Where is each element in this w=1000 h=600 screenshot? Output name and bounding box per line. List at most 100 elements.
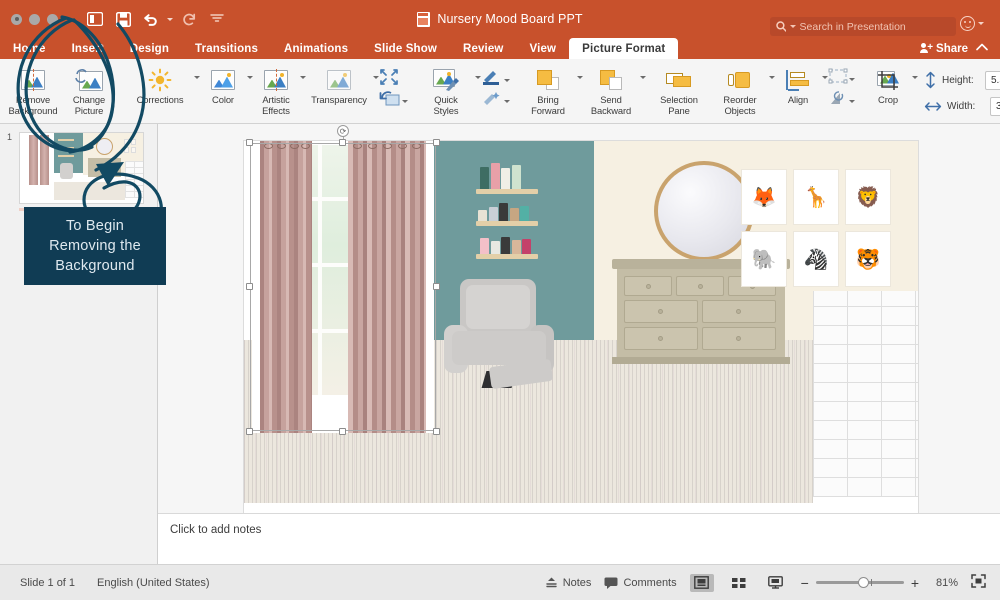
undo-dropdown-icon[interactable] (166, 8, 174, 30)
send-backward-label-2: Backward (590, 104, 632, 116)
group-objects-dropdown-icon[interactable] (849, 77, 855, 81)
color-button[interactable]: Color (200, 63, 246, 106)
ribbon-collapse-icon[interactable] (976, 42, 988, 54)
feedback-smiley-button[interactable] (960, 16, 984, 31)
fit-to-window-icon (971, 574, 986, 588)
save-icon[interactable] (110, 7, 136, 31)
ribbon-tab-strip[interactable]: Home Insert Design Transitions Animation… (0, 38, 1000, 59)
sidebar-toggle-icon[interactable] (82, 7, 108, 31)
tab-view[interactable]: View (517, 38, 570, 59)
ribbon-group-picture-styles: Quick Styles (413, 59, 515, 124)
corrections-button[interactable]: Corrections (127, 63, 193, 106)
bring-forward-label-2: Forward (531, 104, 565, 116)
remove-background-label-2: Background (8, 104, 58, 116)
zoom-out-button[interactable]: − (801, 576, 809, 590)
minimize-button[interactable] (29, 13, 40, 25)
zoom-track[interactable] (815, 577, 904, 588)
zoom-slider[interactable]: − + (801, 576, 919, 590)
bring-forward-icon (536, 66, 560, 93)
align-icon (786, 66, 810, 93)
transparency-button[interactable]: Transparency (306, 63, 372, 106)
slide-thumbnail-1[interactable] (19, 132, 144, 204)
callout-line-3: Background (55, 258, 135, 274)
notes-icon (545, 577, 557, 588)
quick-access-toolbar[interactable] (82, 7, 230, 31)
artistic-effects-button[interactable]: Artistic Effects (253, 63, 299, 116)
status-bar[interactable]: Slide 1 of 1 English (United States) Not… (0, 564, 1000, 600)
tab-slide-show[interactable]: Slide Show (361, 38, 450, 59)
width-field[interactable]: 3.61" (990, 96, 1000, 116)
slide-canvas[interactable]: 🦊 🦒 🦁 🐘 🦓 🐯 (243, 140, 919, 520)
share-button[interactable]: + Share (919, 38, 968, 59)
selection-pane-label-2: Pane (668, 104, 690, 116)
picture-border-button[interactable] (481, 69, 510, 85)
view-normal-button[interactable] (689, 573, 714, 592)
comments-button[interactable]: Comments (604, 576, 677, 589)
compress-pictures-button[interactable] (379, 68, 408, 86)
group-objects-button[interactable] (828, 68, 855, 84)
bring-forward-label-1: Bring (537, 94, 559, 105)
color-label: Color (212, 94, 234, 105)
picture-border-dropdown-icon[interactable] (504, 78, 510, 82)
send-backward-button[interactable]: Send Backward (583, 63, 639, 116)
normal-view-icon (694, 576, 710, 589)
align-button[interactable]: Align (775, 63, 821, 106)
change-picture-button[interactable]: Change Picture (61, 63, 117, 116)
ribbon[interactable]: Remove Background Change Picture Correct… (0, 59, 1000, 124)
maximize-button[interactable] (47, 13, 58, 25)
notes-button[interactable]: Notes (545, 576, 591, 589)
height-field[interactable]: 5.59" (985, 70, 1000, 90)
reorder-objects-button[interactable]: Reorder Objects (712, 63, 768, 116)
color-icon (211, 66, 235, 93)
zoom-handle[interactable] (857, 577, 869, 588)
tab-insert[interactable]: Insert (59, 38, 117, 59)
crop-label: Crop (878, 94, 898, 105)
comments-label: Comments (623, 576, 677, 589)
search-input[interactable] (799, 20, 950, 33)
tab-animations[interactable]: Animations (271, 38, 361, 59)
quick-styles-button[interactable]: Quick Styles (418, 63, 474, 116)
slide-thumbnail-pane[interactable]: 1 (0, 124, 158, 564)
slide-editing-stage[interactable]: 🦊 🦒 🦁 🐘 🦓 🐯 ⟳ Click to add notes (158, 124, 1000, 564)
redo-icon[interactable] (176, 7, 202, 31)
notes-pane[interactable]: Click to add notes (158, 513, 1000, 564)
book-shelf-1 (476, 189, 538, 194)
search-box[interactable] (770, 17, 956, 36)
window-controls[interactable] (11, 13, 58, 25)
rotate-objects-button[interactable] (828, 90, 855, 106)
corrections-icon (148, 66, 172, 93)
callout-line-2: Removing the (49, 238, 141, 254)
reset-picture-button[interactable] (379, 89, 408, 107)
selection-pane-button[interactable]: Selection Pane (646, 63, 712, 116)
tab-transitions[interactable]: Transitions (182, 38, 271, 59)
smiley-dropdown-icon[interactable] (978, 22, 984, 25)
width-icon (924, 101, 942, 111)
view-slide-sorter-button[interactable] (727, 574, 751, 592)
tab-home[interactable]: Home (0, 38, 59, 59)
tab-design[interactable]: Design (117, 38, 182, 59)
picture-effects-dropdown-icon[interactable] (504, 99, 510, 103)
tab-review[interactable]: Review (450, 38, 517, 59)
crop-button[interactable]: Crop (865, 63, 911, 106)
close-button[interactable] (11, 13, 22, 25)
undo-icon[interactable] (138, 7, 164, 31)
bring-forward-button[interactable]: Bring Forward (520, 63, 576, 116)
remove-background-button[interactable]: Remove Background (5, 63, 61, 116)
language-label[interactable]: English (United States) (97, 577, 210, 589)
picture-effects-button[interactable] (481, 90, 510, 106)
curtain-panel-image[interactable] (252, 141, 434, 433)
reset-picture-dropdown-icon[interactable] (402, 100, 408, 103)
rotate-handle[interactable]: ⟳ (337, 125, 349, 137)
fit-to-window-button[interactable] (971, 574, 986, 591)
zoom-percent-label[interactable]: 81% (932, 577, 958, 589)
tab-picture-format[interactable]: Picture Format (569, 38, 679, 59)
curtain-panel-right (348, 141, 426, 433)
notes-placeholder: Click to add notes (170, 524, 262, 536)
qat-overflow-icon[interactable] (204, 7, 230, 31)
rotate-objects-dropdown-icon[interactable] (849, 99, 855, 103)
reorder-objects-label-1: Reorder (723, 94, 757, 105)
remove-background-label-1: Remove (15, 94, 51, 105)
zoom-in-button[interactable]: + (911, 576, 919, 590)
search-dropdown-icon[interactable] (789, 25, 796, 28)
view-reading-button[interactable] (764, 574, 788, 592)
